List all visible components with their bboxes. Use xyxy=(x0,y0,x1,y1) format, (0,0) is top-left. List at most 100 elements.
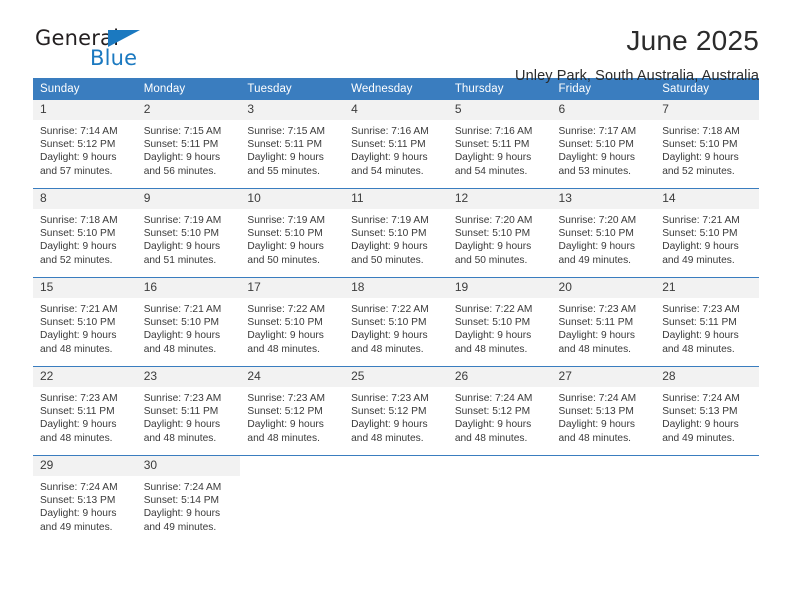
day-details: Sunrise: 7:23 AM Sunset: 5:11 PM Dayligh… xyxy=(552,298,656,356)
sunset-text: Sunset: 5:13 PM xyxy=(558,406,634,418)
generalblue-logo[interactable]: General Blue xyxy=(33,26,153,72)
day-cell[interactable]: 30 Sunrise: 7:24 AM Sunset: 5:14 PM Dayl… xyxy=(136,455,241,544)
day-cell[interactable]: 1 Sunrise: 7:14 AM Sunset: 5:12 PM Dayli… xyxy=(33,100,137,189)
sunrise-text: Sunrise: 7:23 AM xyxy=(351,393,429,404)
daylight-text-line1: Daylight: 9 hours xyxy=(454,241,532,253)
day-details: Sunrise: 7:22 AM Sunset: 5:10 PM Dayligh… xyxy=(240,298,344,356)
day-details: Sunrise: 7:16 AM Sunset: 5:11 PM Dayligh… xyxy=(344,120,448,178)
day-cell[interactable]: 2 Sunrise: 7:15 AM Sunset: 5:11 PM Dayli… xyxy=(136,100,241,189)
daylight-text-line2: and 49 minutes. xyxy=(662,432,735,444)
day-details: Sunrise: 7:24 AM Sunset: 5:13 PM Dayligh… xyxy=(655,387,759,445)
week-row: 1 Sunrise: 7:14 AM Sunset: 5:12 PM Dayli… xyxy=(33,100,759,189)
sunrise-text: Sunrise: 7:19 AM xyxy=(351,215,429,226)
daylight-text-line1: Daylight: 9 hours xyxy=(247,152,324,164)
logo-text-blue: Blue xyxy=(90,46,138,70)
day-number xyxy=(551,456,656,476)
day-cell[interactable]: 5 Sunrise: 7:16 AM Sunset: 5:11 PM Dayli… xyxy=(447,100,552,189)
daylight-text-line2: and 49 minutes. xyxy=(662,254,735,266)
day-cell-empty xyxy=(344,455,448,544)
day-cell[interactable]: 6 Sunrise: 7:17 AM Sunset: 5:10 PM Dayli… xyxy=(551,100,656,189)
sunrise-text: Sunrise: 7:18 AM xyxy=(662,126,740,137)
sunrise-text: Sunrise: 7:18 AM xyxy=(40,215,118,226)
day-cell[interactable]: 16 Sunrise: 7:21 AM Sunset: 5:10 PM Dayl… xyxy=(136,277,241,367)
day-details: Sunrise: 7:14 AM Sunset: 5:12 PM Dayligh… xyxy=(33,120,137,178)
daylight-text-line1: Daylight: 9 hours xyxy=(351,241,428,253)
day-cell-empty xyxy=(240,455,345,544)
week-row: 22 Sunrise: 7:23 AM Sunset: 5:11 PM Dayl… xyxy=(33,366,759,456)
daylight-text-line1: Daylight: 9 hours xyxy=(454,152,532,164)
day-cell[interactable]: 12 Sunrise: 7:20 AM Sunset: 5:10 PM Dayl… xyxy=(447,188,552,278)
sunrise-text: Sunrise: 7:21 AM xyxy=(40,304,118,315)
daylight-text-line1: Daylight: 9 hours xyxy=(40,419,117,431)
day-cell[interactable]: 3 Sunrise: 7:15 AM Sunset: 5:11 PM Dayli… xyxy=(240,100,345,189)
day-cell[interactable]: 22 Sunrise: 7:23 AM Sunset: 5:11 PM Dayl… xyxy=(33,366,137,456)
day-cell[interactable]: 27 Sunrise: 7:24 AM Sunset: 5:13 PM Dayl… xyxy=(551,366,656,456)
day-number: 16 xyxy=(136,278,241,298)
day-cell[interactable]: 28 Sunrise: 7:24 AM Sunset: 5:13 PM Dayl… xyxy=(655,366,759,456)
day-cell[interactable]: 25 Sunrise: 7:23 AM Sunset: 5:12 PM Dayl… xyxy=(344,366,448,456)
page-header: General Blue June 2025 Unley Park, South… xyxy=(33,0,759,85)
day-cell[interactable]: 26 Sunrise: 7:24 AM Sunset: 5:12 PM Dayl… xyxy=(447,366,552,456)
calendar-body: 1 Sunrise: 7:14 AM Sunset: 5:12 PM Dayli… xyxy=(33,100,759,544)
day-number: 15 xyxy=(33,278,137,298)
day-cell[interactable]: 20 Sunrise: 7:23 AM Sunset: 5:11 PM Dayl… xyxy=(551,277,656,367)
day-number: 6 xyxy=(551,100,656,120)
weekday-header-tuesday: Tuesday xyxy=(240,78,345,100)
day-cell[interactable]: 10 Sunrise: 7:19 AM Sunset: 5:10 PM Dayl… xyxy=(240,188,345,278)
week-row: 29 Sunrise: 7:24 AM Sunset: 5:13 PM Dayl… xyxy=(33,455,759,544)
day-cell[interactable]: 9 Sunrise: 7:19 AM Sunset: 5:10 PM Dayli… xyxy=(136,188,241,278)
day-details: Sunrise: 7:20 AM Sunset: 5:10 PM Dayligh… xyxy=(448,209,552,267)
day-details: Sunrise: 7:24 AM Sunset: 5:13 PM Dayligh… xyxy=(33,476,137,534)
day-cell[interactable]: 18 Sunrise: 7:22 AM Sunset: 5:10 PM Dayl… xyxy=(344,277,448,367)
sunset-text: Sunset: 5:10 PM xyxy=(40,317,116,329)
sunrise-text: Sunrise: 7:15 AM xyxy=(247,126,325,137)
day-details: Sunrise: 7:22 AM Sunset: 5:10 PM Dayligh… xyxy=(344,298,448,356)
daylight-text-line1: Daylight: 9 hours xyxy=(662,419,739,431)
sunrise-text: Sunrise: 7:24 AM xyxy=(143,482,222,493)
daylight-text-line2: and 48 minutes. xyxy=(143,432,217,444)
day-cell[interactable]: 13 Sunrise: 7:20 AM Sunset: 5:10 PM Dayl… xyxy=(551,188,656,278)
day-details: Sunrise: 7:23 AM Sunset: 5:11 PM Dayligh… xyxy=(655,298,759,356)
daylight-text-line2: and 52 minutes. xyxy=(662,165,735,177)
sunrise-text: Sunrise: 7:14 AM xyxy=(40,126,118,137)
day-details: Sunrise: 7:16 AM Sunset: 5:11 PM Dayligh… xyxy=(448,120,552,178)
day-details: Sunrise: 7:21 AM Sunset: 5:10 PM Dayligh… xyxy=(137,298,241,356)
sunrise-text: Sunrise: 7:22 AM xyxy=(454,304,533,315)
day-number: 7 xyxy=(655,100,759,120)
day-cell[interactable]: 4 Sunrise: 7:16 AM Sunset: 5:11 PM Dayli… xyxy=(344,100,448,189)
day-number: 20 xyxy=(551,278,656,298)
daylight-text-line1: Daylight: 9 hours xyxy=(454,330,532,342)
daylight-text-line2: and 48 minutes. xyxy=(662,343,735,355)
day-details: Sunrise: 7:24 AM Sunset: 5:14 PM Dayligh… xyxy=(137,476,241,534)
sunset-text: Sunset: 5:14 PM xyxy=(143,495,220,507)
day-cell[interactable]: 17 Sunrise: 7:22 AM Sunset: 5:10 PM Dayl… xyxy=(240,277,345,367)
sunset-text: Sunset: 5:12 PM xyxy=(247,406,323,418)
day-number: 5 xyxy=(447,100,552,120)
day-number: 9 xyxy=(136,189,241,209)
sunrise-text: Sunrise: 7:24 AM xyxy=(40,482,118,493)
day-details: Sunrise: 7:24 AM Sunset: 5:13 PM Dayligh… xyxy=(552,387,656,445)
day-cell[interactable]: 8 Sunrise: 7:18 AM Sunset: 5:10 PM Dayli… xyxy=(33,188,137,278)
day-number xyxy=(240,456,345,476)
day-cell[interactable]: 7 Sunrise: 7:18 AM Sunset: 5:10 PM Dayli… xyxy=(655,100,759,189)
day-cell[interactable]: 11 Sunrise: 7:19 AM Sunset: 5:10 PM Dayl… xyxy=(344,188,448,278)
day-cell[interactable]: 23 Sunrise: 7:23 AM Sunset: 5:11 PM Dayl… xyxy=(136,366,241,456)
sunrise-text: Sunrise: 7:20 AM xyxy=(454,215,533,226)
daylight-text-line2: and 50 minutes. xyxy=(351,254,424,266)
daylight-text-line2: and 48 minutes. xyxy=(143,343,217,355)
day-details: Sunrise: 7:23 AM Sunset: 5:11 PM Dayligh… xyxy=(33,387,137,445)
day-cell[interactable]: 24 Sunrise: 7:23 AM Sunset: 5:12 PM Dayl… xyxy=(240,366,345,456)
day-cell[interactable]: 29 Sunrise: 7:24 AM Sunset: 5:13 PM Dayl… xyxy=(33,455,137,544)
daylight-text-line2: and 53 minutes. xyxy=(558,165,632,177)
day-details: Sunrise: 7:21 AM Sunset: 5:10 PM Dayligh… xyxy=(655,209,759,267)
day-cell[interactable]: 15 Sunrise: 7:21 AM Sunset: 5:10 PM Dayl… xyxy=(33,277,137,367)
day-details: Sunrise: 7:19 AM Sunset: 5:10 PM Dayligh… xyxy=(240,209,344,267)
daylight-text-line2: and 48 minutes. xyxy=(40,343,113,355)
day-details: Sunrise: 7:21 AM Sunset: 5:10 PM Dayligh… xyxy=(33,298,137,356)
day-number: 25 xyxy=(344,367,448,387)
sunrise-text: Sunrise: 7:24 AM xyxy=(454,393,533,404)
sunrise-text: Sunrise: 7:24 AM xyxy=(662,393,740,404)
day-cell[interactable]: 19 Sunrise: 7:22 AM Sunset: 5:10 PM Dayl… xyxy=(447,277,552,367)
day-cell[interactable]: 21 Sunrise: 7:23 AM Sunset: 5:11 PM Dayl… xyxy=(655,277,759,367)
day-cell[interactable]: 14 Sunrise: 7:21 AM Sunset: 5:10 PM Dayl… xyxy=(655,188,759,278)
